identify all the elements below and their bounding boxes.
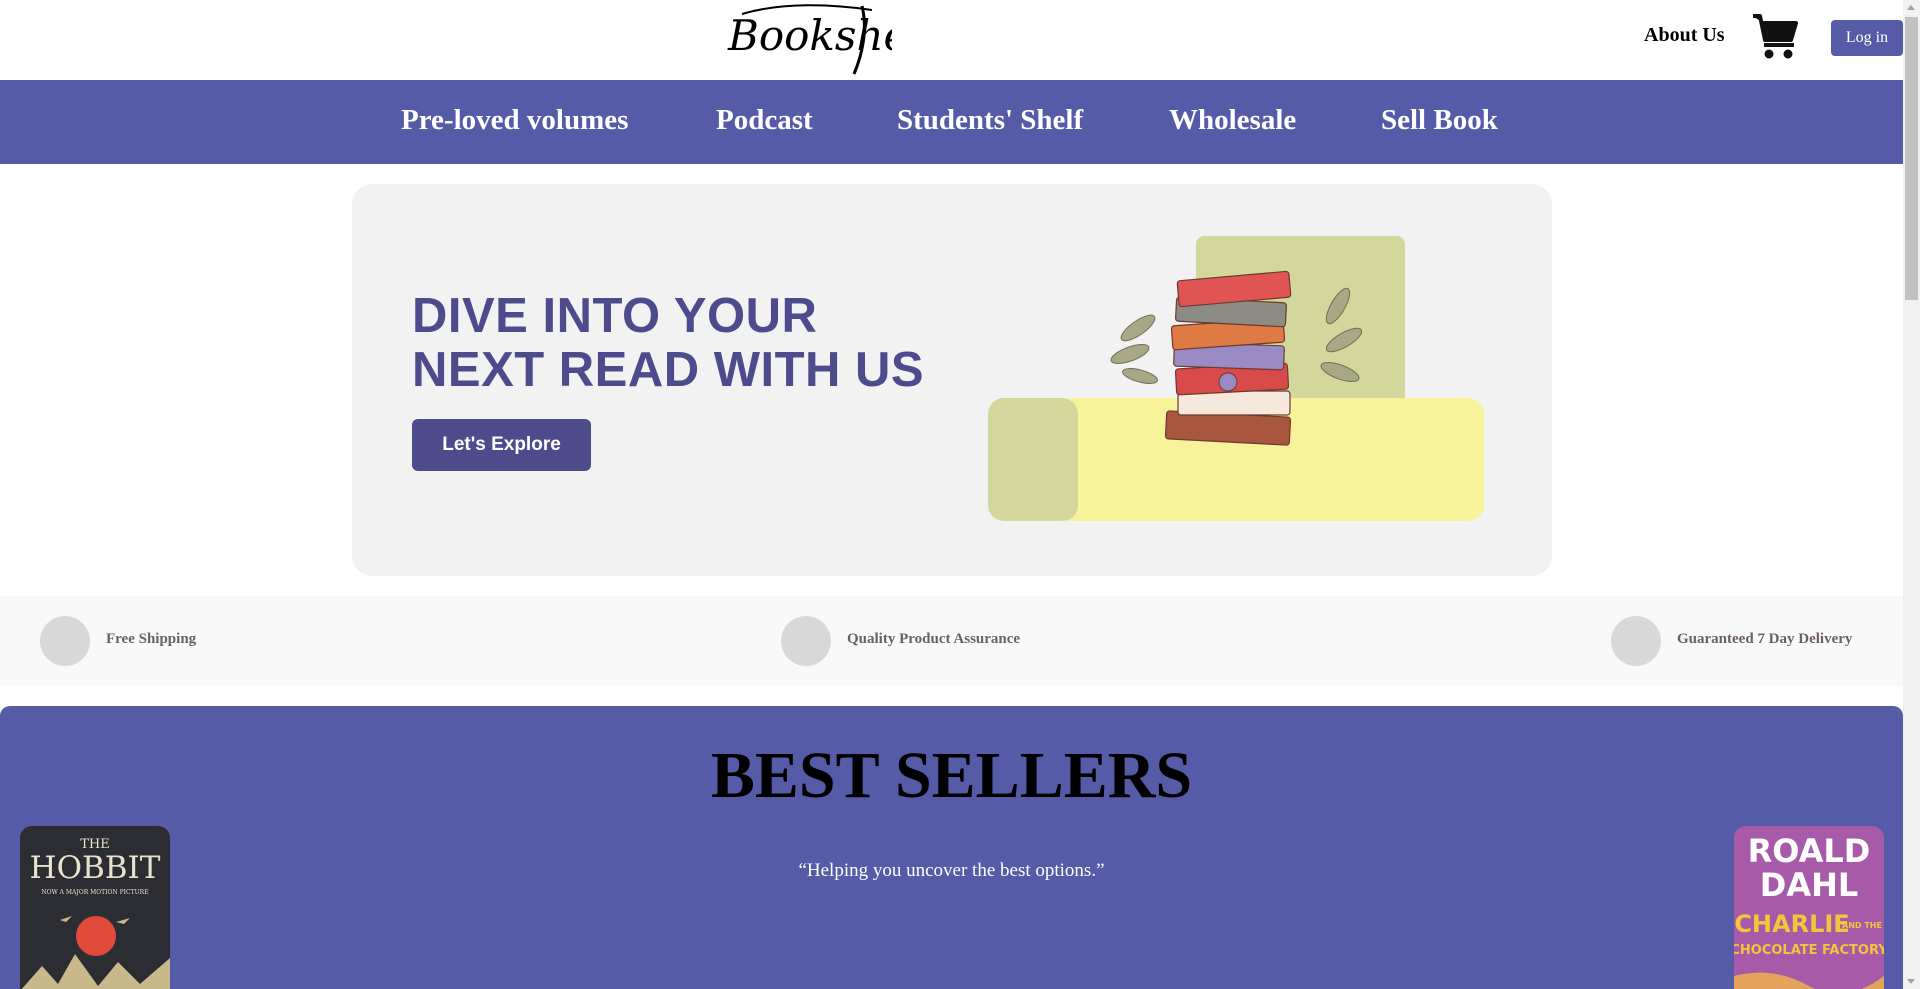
- lets-explore-button[interactable]: Let's Explore: [412, 419, 591, 471]
- best-sellers-quote: “Helping you uncover the best options.”: [798, 860, 1105, 881]
- login-button[interactable]: Log in: [1831, 20, 1903, 56]
- about-us-link[interactable]: About Us: [1644, 24, 1725, 47]
- scroll-up-arrow-icon[interactable]: [1907, 5, 1915, 10]
- bookshelf-logo[interactable]: Bookshelf: [722, 0, 892, 78]
- nav-item-wholesale[interactable]: Wholesale: [1169, 104, 1296, 137]
- best-sellers-title: BEST SELLERS: [710, 739, 1193, 812]
- hero-headline-line1: DIVE INTO YOUR: [412, 289, 818, 343]
- book-cover-the-hobbit[interactable]: THE HOBBIT NOW A MAJOR MOTION PICTURE: [20, 826, 170, 989]
- charlie-cover-charlie: CHARLIE: [1734, 910, 1849, 938]
- scroll-thumb[interactable]: [1905, 17, 1918, 300]
- hobbit-cover-subtitle: NOW A MAJOR MOTION PICTURE: [41, 889, 148, 896]
- nav-item-sell-book[interactable]: Sell Book: [1381, 104, 1498, 137]
- scroll-down-arrow-icon[interactable]: [1907, 979, 1915, 984]
- hobbit-cover-title: HOBBIT: [30, 850, 161, 886]
- logo-text: Bookshelf: [727, 11, 892, 60]
- free-shipping-icon: [40, 616, 90, 666]
- charlie-cover-dahl: DAHL: [1760, 866, 1859, 904]
- nav-item-pre-loved-volumes[interactable]: Pre-loved volumes: [401, 104, 628, 137]
- feature-label: Guaranteed 7 Day Delivery: [1677, 631, 1853, 647]
- book-cover-charlie-chocolate-factory[interactable]: ROALD DAHL CHARLIE AND THE CHOCOLATE FAC…: [1734, 826, 1884, 989]
- charlie-cover-and-the: AND THE: [1842, 921, 1882, 930]
- hero-headline-line2: NEXT READ WITH US: [412, 343, 925, 397]
- shopping-cart-icon[interactable]: [1750, 10, 1802, 62]
- delivery-icon: [1611, 616, 1661, 666]
- features-bar: Free Shipping Quality Product Assurance …: [0, 596, 1903, 686]
- charlie-cover-chocolate-factory: CHOCOLATE FACTORY: [1734, 943, 1884, 958]
- nav-item-podcast[interactable]: Podcast: [716, 104, 813, 137]
- quality-assurance-icon: [781, 616, 831, 666]
- site-header: Bookshelf About Us Log in: [0, 0, 1903, 80]
- best-sellers-section: BEST SELLERS “Helping you uncover the be…: [0, 706, 1903, 989]
- hero-banner: DIVE INTO YOUR NEXT READ WITH US Let's E…: [352, 184, 1552, 576]
- page: Bookshelf About Us Log in Pre-loved volu…: [0, 0, 1903, 989]
- charlie-cover-roald: ROALD: [1748, 832, 1871, 870]
- main-nav: Pre-loved volumes Podcast Students' Shel…: [0, 80, 1903, 164]
- feature-label: Quality Product Assurance: [847, 631, 1021, 647]
- nav-item-students-shelf[interactable]: Students' Shelf: [897, 104, 1083, 137]
- vertical-scrollbar[interactable]: [1903, 0, 1920, 989]
- feature-label: Free Shipping: [106, 631, 197, 647]
- book-stack-illustration: [988, 236, 1484, 521]
